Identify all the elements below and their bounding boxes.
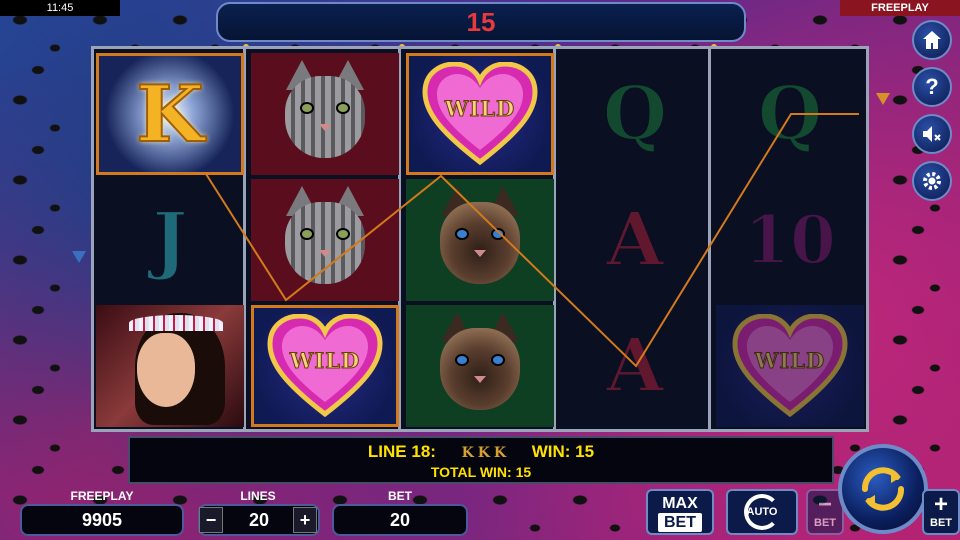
wild-heart-icon: WILD bbox=[731, 314, 849, 418]
win-line-label: LINE 18: bbox=[367, 442, 436, 461]
siamese-cat-icon bbox=[425, 184, 535, 296]
autoplay-button[interactable]: AUTO bbox=[726, 489, 798, 535]
symbol-siamese-cat bbox=[406, 179, 554, 301]
symbol-j-letter: J bbox=[151, 196, 188, 284]
reel-3: WILD bbox=[404, 49, 556, 429]
max-bet-line2: BET bbox=[658, 513, 702, 532]
win-amount-label: WIN: 15 bbox=[531, 442, 595, 461]
lines-minus-button[interactable]: − bbox=[199, 507, 223, 533]
symbol-tabby-cat bbox=[251, 53, 399, 175]
reel-grid: K J WILD WILD Q A A Q 10 WILD bbox=[91, 46, 869, 432]
mute-icon bbox=[923, 126, 941, 142]
total-win-label: TOTAL WIN: 15 bbox=[430, 464, 532, 480]
payline-marker-right bbox=[876, 93, 890, 105]
tabby-cat-icon bbox=[270, 184, 380, 296]
freeplay-balance: 9905 bbox=[20, 504, 184, 536]
symbol-j: J bbox=[96, 179, 244, 301]
symbol-a: A bbox=[561, 179, 709, 301]
bet-minus-sign: − bbox=[817, 491, 832, 518]
reel-5: Q 10 WILD bbox=[714, 49, 866, 429]
symbol-tabby-cat bbox=[251, 179, 399, 301]
symbol-q-letter: Q bbox=[602, 70, 668, 158]
autoplay-icon: AUTO bbox=[744, 494, 780, 530]
home-icon bbox=[923, 31, 941, 49]
lady-portrait bbox=[105, 307, 235, 425]
tabby-cat-icon bbox=[270, 58, 380, 170]
symbol-siamese-cat bbox=[406, 305, 554, 427]
symbol-k-letter: K bbox=[135, 68, 205, 161]
bet-minus-label: BET bbox=[814, 517, 836, 529]
mute-button[interactable] bbox=[912, 114, 952, 154]
lines-plus-button[interactable]: + bbox=[293, 507, 317, 533]
symbol-a-letter: A bbox=[605, 196, 664, 284]
mini-k-icon: K bbox=[493, 445, 507, 461]
wild-label: WILD bbox=[754, 348, 826, 374]
mini-k-icon: K bbox=[461, 445, 474, 461]
bet-label: BET bbox=[388, 489, 412, 503]
symbol-q: Q bbox=[716, 53, 864, 175]
win-line-summary: LINE 18: KKK WIN: 15 bbox=[130, 442, 832, 463]
bet-plus-label: BET bbox=[930, 517, 952, 529]
reel-1: K J bbox=[94, 49, 246, 429]
symbol-wild: WILD bbox=[716, 305, 864, 427]
symbol-ten-letter: 10 bbox=[743, 200, 837, 280]
top-win-display: 15 bbox=[216, 2, 746, 42]
bet-plus-button[interactable]: + BET bbox=[922, 489, 960, 535]
mini-k-icon: K bbox=[477, 445, 490, 461]
settings-icon bbox=[923, 172, 941, 190]
max-bet-button[interactable]: MAX BET bbox=[646, 489, 714, 535]
help-icon: ? bbox=[925, 74, 939, 99]
max-bet-line1: MAX bbox=[662, 495, 698, 512]
reel-2: WILD bbox=[249, 49, 401, 429]
symbol-q-letter: Q bbox=[757, 70, 823, 158]
bet-plus-sign: + bbox=[933, 491, 948, 518]
wild-label: WILD bbox=[444, 96, 516, 122]
autoplay-label: AUTO bbox=[746, 506, 778, 518]
settings-button[interactable] bbox=[912, 161, 952, 201]
freeplay-mode-tag: FREEPLAY bbox=[840, 0, 960, 16]
symbol-wild-highlighted: WILD bbox=[406, 53, 554, 175]
symbol-ten: 10 bbox=[716, 179, 864, 301]
symbol-a-letter: A bbox=[605, 322, 664, 410]
freeplay-label: FREEPLAY bbox=[70, 489, 134, 503]
wild-label: WILD bbox=[289, 348, 361, 374]
symbol-k-highlighted: K bbox=[96, 53, 244, 175]
wild-heart-icon: WILD bbox=[266, 314, 384, 418]
payline-marker-left bbox=[72, 251, 86, 263]
siamese-cat-icon bbox=[425, 310, 535, 422]
help-button[interactable]: ? bbox=[912, 67, 952, 107]
win-info-bar: LINE 18: KKK WIN: 15 TOTAL WIN: 15 bbox=[128, 436, 834, 484]
spin-button[interactable] bbox=[838, 444, 928, 534]
clock: 11:45 bbox=[0, 0, 120, 16]
tiara-icon bbox=[129, 315, 223, 331]
symbol-lady bbox=[96, 305, 244, 427]
symbol-q: Q bbox=[561, 53, 709, 175]
lines-label: LINES bbox=[240, 489, 276, 503]
wild-heart-icon: WILD bbox=[421, 62, 539, 166]
home-button[interactable] bbox=[912, 20, 952, 60]
spin-arrows-icon bbox=[862, 467, 904, 511]
reel-4: Q A A bbox=[559, 49, 711, 429]
bet-value: 20 bbox=[332, 504, 468, 536]
symbol-a: A bbox=[561, 305, 709, 427]
symbol-wild-highlighted: WILD bbox=[251, 305, 399, 427]
